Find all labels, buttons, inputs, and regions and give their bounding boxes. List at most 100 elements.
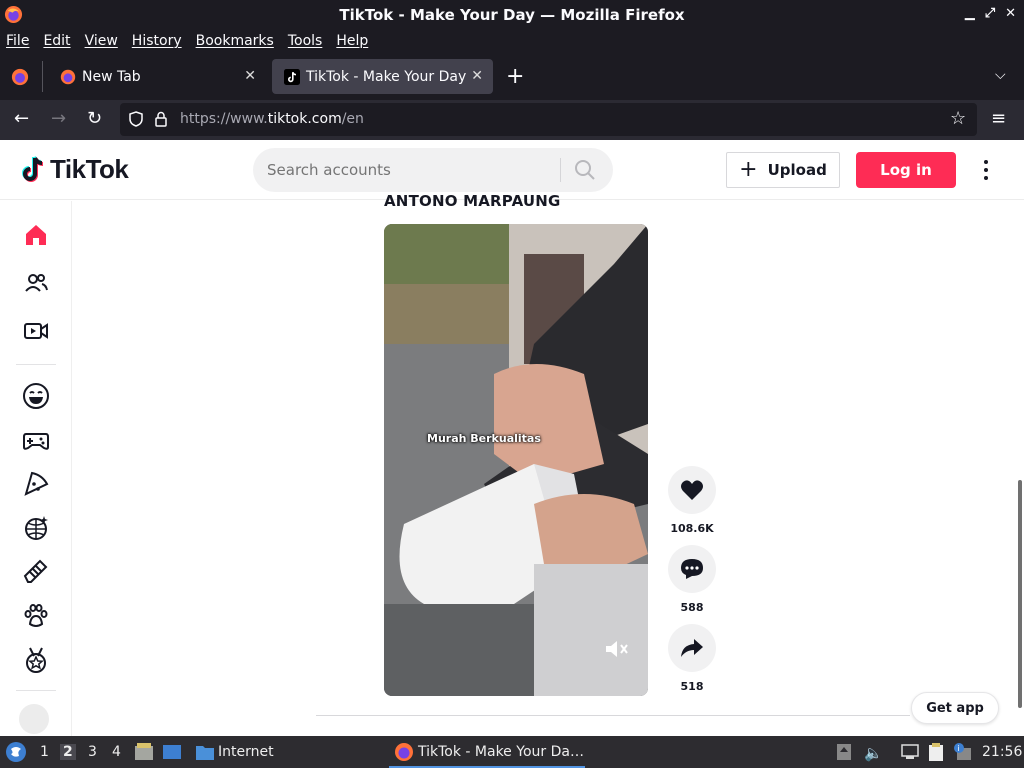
firefox-view-icon[interactable] (11, 68, 29, 86)
paw-icon (24, 604, 48, 627)
comment-button[interactable] (668, 545, 716, 593)
upload-button[interactable]: + Upload (726, 152, 840, 188)
url-bar[interactable]: https://www.tiktok.com/en ☆ (120, 103, 977, 136)
tiktok-page: TikTok + Upload Log in (0, 140, 1024, 736)
forward-icon[interactable]: → (51, 108, 66, 129)
video-caption: Murah Berkualitas (427, 432, 541, 445)
home-icon (26, 225, 46, 245)
menu-history[interactable]: History (132, 33, 182, 49)
lock-icon[interactable] (154, 111, 168, 127)
menu-bar: File Edit View History Bookmarks Tools H… (0, 29, 1024, 53)
video-frame (384, 224, 648, 696)
heart-icon (681, 480, 703, 500)
menu-tools[interactable]: Tools (288, 33, 323, 49)
shield-icon[interactable] (128, 111, 144, 127)
disco-ball-icon (25, 516, 48, 540)
nav-dance[interactable] (18, 510, 54, 546)
network-icon[interactable] (900, 744, 920, 760)
menu-help[interactable]: Help (336, 33, 368, 49)
tiktok-logo[interactable]: TikTok (20, 154, 129, 185)
nav-animals[interactable] (18, 598, 54, 634)
update-notifier-icon[interactable]: i (953, 742, 973, 762)
search-icon[interactable] (573, 158, 597, 182)
medal-icon (26, 647, 46, 673)
page-scrollbar[interactable] (1018, 480, 1022, 708)
nav-following[interactable] (18, 265, 54, 301)
nav-live[interactable] (18, 313, 54, 349)
menu-view[interactable]: View (85, 33, 118, 49)
workspace-3[interactable]: 3 (88, 744, 97, 760)
menu-edit[interactable]: Edit (43, 33, 70, 49)
restore-icon[interactable]: ⤢ (985, 6, 995, 21)
search-box (253, 148, 613, 192)
volume-icon[interactable]: 🔈 (864, 744, 883, 762)
close-window-icon[interactable]: ✕ (1005, 6, 1016, 21)
reload-icon[interactable]: ↻ (87, 108, 102, 129)
clock: 21:56 (982, 744, 1023, 760)
bookmark-star-icon[interactable]: ☆ (950, 108, 966, 129)
nav-food[interactable] (18, 466, 54, 502)
minimize-icon[interactable]: ▁ (965, 6, 975, 21)
folder-icon (196, 746, 214, 760)
smile-icon (23, 383, 49, 409)
workspace-2[interactable]: 2 (60, 744, 76, 760)
firefox-tab-icon (60, 69, 76, 84)
nav-beauty[interactable] (18, 554, 54, 590)
mute-icon[interactable] (604, 638, 630, 660)
tab-label: New Tab (82, 68, 141, 85)
post-divider (316, 715, 910, 716)
window-title: TikTok - Make Your Day — Mozilla Firefox (339, 5, 685, 24)
nav-sports[interactable] (18, 642, 54, 678)
tiktok-tab-icon (284, 68, 300, 85)
game-controller-icon (23, 433, 49, 450)
get-app-button[interactable]: Get app (911, 692, 999, 724)
video-player[interactable]: Murah Berkualitas (384, 224, 648, 696)
internet-launcher[interactable]: Internet (218, 744, 274, 760)
tab-new-tab[interactable]: New Tab ✕ (48, 59, 266, 94)
tab-bar: New Tab ✕ TikTok - Make Your Day ✕ + ⌵ (0, 53, 1024, 100)
close-tab-icon[interactable]: ✕ (244, 68, 256, 84)
back-icon[interactable]: ← (14, 108, 29, 129)
nav-gaming[interactable] (18, 422, 54, 458)
sidebar-divider (16, 364, 56, 365)
login-button[interactable]: Log in (856, 152, 956, 188)
share-icon (681, 639, 703, 657)
left-sidebar (0, 201, 72, 736)
new-tab-icon[interactable]: + (506, 64, 524, 89)
file-manager-icon[interactable] (134, 743, 154, 761)
menu-file[interactable]: File (6, 33, 29, 49)
menu-bookmarks[interactable]: Bookmarks (196, 33, 274, 49)
tray-up-icon[interactable] (836, 743, 852, 761)
comment-icon (681, 559, 703, 579)
task-label: TikTok - Make Your Da… (418, 744, 584, 760)
sidebar-divider (16, 690, 56, 691)
workspace-1[interactable]: 1 (40, 744, 49, 760)
firefox-icon (4, 5, 23, 24)
search-input[interactable] (267, 158, 552, 182)
following-icon (25, 274, 48, 292)
close-tab-icon[interactable]: ✕ (471, 68, 483, 84)
tiktok-logo-icon (22, 155, 44, 182)
plus-icon: + (739, 157, 758, 182)
url-text: https://www.tiktok.com/en (180, 111, 364, 127)
like-count: 108.6K (670, 522, 714, 535)
start-menu-icon[interactable] (5, 741, 27, 763)
navigation-bar: ← → ↻ https://www.tiktok.com/en ☆ ≡ (0, 100, 1024, 140)
workspace-4[interactable]: 4 (112, 744, 121, 760)
share-button[interactable] (668, 624, 716, 672)
hamburger-menu-icon[interactable]: ≡ (991, 108, 1006, 129)
post-author[interactable]: ANTONO MARPAUNG (384, 192, 561, 210)
nav-home[interactable] (18, 217, 54, 253)
like-button[interactable] (668, 466, 716, 514)
svg-text:i: i (958, 744, 960, 753)
list-all-tabs-icon[interactable]: ⌵ (995, 67, 1006, 83)
upload-label: Upload (767, 161, 827, 179)
nav-comedy[interactable] (18, 378, 54, 414)
comb-icon (23, 559, 48, 583)
pizza-icon (24, 471, 49, 496)
desktop-icon[interactable] (162, 743, 182, 761)
comment-count: 588 (680, 601, 704, 614)
more-options-icon[interactable] (976, 158, 996, 182)
tab-tiktok[interactable]: TikTok - Make Your Day ✕ (272, 59, 493, 94)
clipboard-icon[interactable] (927, 742, 945, 762)
